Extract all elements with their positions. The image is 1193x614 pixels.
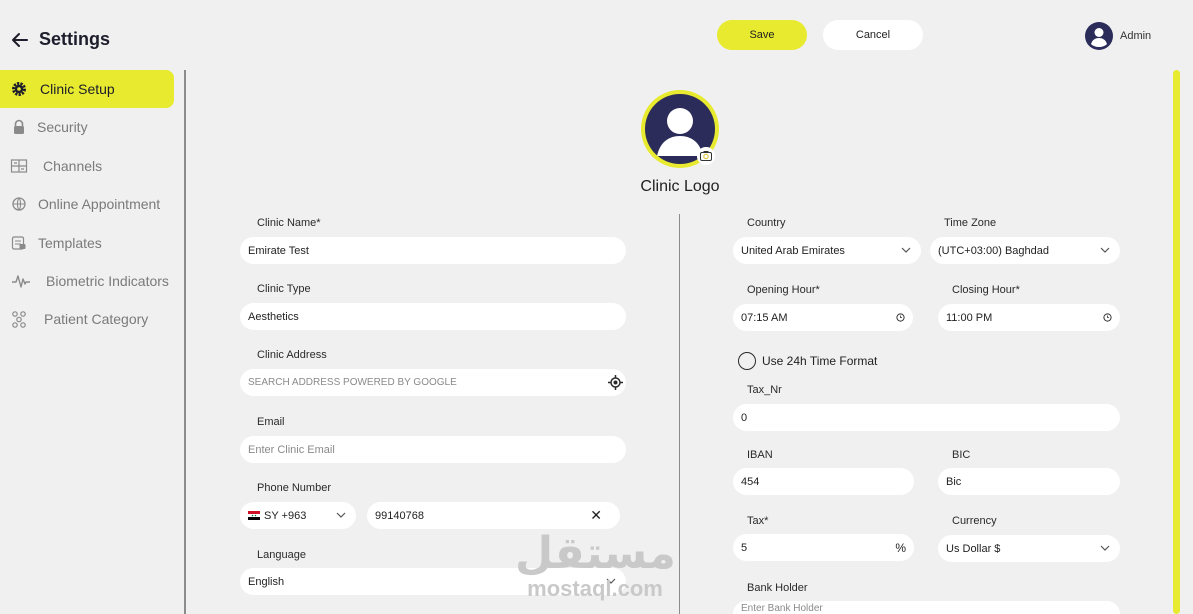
tax-nr-label: Tax_Nr bbox=[747, 384, 782, 396]
clinic-address-placeholder: SEARCH ADDRESS POWERED BY GOOGLE bbox=[248, 377, 457, 388]
clock-icon[interactable] bbox=[1103, 313, 1112, 322]
watermark-arabic: مستقل bbox=[515, 528, 676, 579]
country-select[interactable]: United Arab Emirates bbox=[733, 237, 921, 264]
clinic-type-input[interactable]: Aesthetics bbox=[240, 303, 626, 330]
user-name: Admin bbox=[1120, 30, 1152, 42]
clinic-name-input[interactable]: Emirate Test bbox=[240, 237, 626, 264]
currency-label: Currency bbox=[952, 515, 997, 527]
cancel-button[interactable]: Cancel bbox=[823, 20, 923, 50]
iban-input[interactable]: 454 bbox=[733, 468, 914, 495]
user-avatar-icon[interactable] bbox=[1085, 22, 1113, 50]
channels-icon bbox=[10, 159, 28, 173]
closing-hour-value: 11:00 PM bbox=[946, 311, 993, 324]
sidebar-item-label: Online Appointment bbox=[38, 196, 161, 212]
clinic-type-label: Clinic Type bbox=[257, 283, 311, 295]
country-code-value: SY +963 bbox=[264, 509, 307, 522]
sidebar-divider bbox=[184, 70, 186, 614]
camera-icon[interactable] bbox=[697, 147, 715, 165]
sidebar-item-label: Channels bbox=[43, 158, 103, 174]
sidebar-item-online-appointment[interactable]: Online Appointment bbox=[0, 185, 174, 223]
bic-value: Bic bbox=[946, 475, 962, 488]
save-button[interactable]: Save bbox=[717, 20, 807, 50]
email-input[interactable]: Enter Clinic Email bbox=[240, 436, 626, 463]
time-format-label: Use 24h Time Format bbox=[762, 354, 878, 368]
clinic-address-input[interactable]: SEARCH ADDRESS POWERED BY GOOGLE bbox=[240, 369, 626, 396]
time-zone-value: (UTC+03:00) Baghdad bbox=[938, 244, 1049, 257]
category-icon bbox=[12, 311, 26, 328]
closing-hour-input[interactable]: 11:00 PM bbox=[938, 304, 1120, 331]
column-divider bbox=[679, 214, 680, 614]
chevron-down-icon bbox=[1100, 545, 1110, 551]
sidebar-item-clinic-setup[interactable]: Clinic Setup bbox=[0, 70, 174, 108]
syria-flag-icon bbox=[248, 511, 260, 520]
language-value: English bbox=[248, 575, 285, 588]
clinic-address-label: Clinic Address bbox=[257, 349, 327, 361]
sidebar-item-biometric-indicators[interactable]: Biometric Indicators bbox=[0, 262, 174, 300]
tax-nr-input[interactable]: 0 bbox=[733, 404, 1120, 431]
tax-input[interactable]: 5 % bbox=[733, 534, 914, 561]
sidebar-item-label: Biometric Indicators bbox=[46, 273, 169, 289]
currency-value: Us Dollar $ bbox=[946, 542, 1001, 555]
back-arrow-icon[interactable] bbox=[10, 30, 30, 50]
watermark: مستقل mostaql.com bbox=[515, 528, 676, 601]
email-label: Email bbox=[257, 416, 285, 428]
clinic-logo-label: Clinic Logo bbox=[640, 178, 720, 195]
bank-holder-placeholder: Enter Bank Holder bbox=[741, 603, 823, 614]
currency-select[interactable]: Us Dollar $ bbox=[938, 535, 1120, 562]
sidebar-item-label: Security bbox=[37, 119, 88, 135]
lock-icon bbox=[14, 119, 24, 134]
clinic-name-value: Emirate Test bbox=[248, 244, 309, 257]
pulse-icon bbox=[12, 275, 30, 288]
bank-holder-input[interactable]: Enter Bank Holder bbox=[733, 601, 1120, 614]
sidebar-item-label: Clinic Setup bbox=[40, 81, 115, 97]
bic-input[interactable]: Bic bbox=[938, 468, 1120, 495]
iban-label: IBAN bbox=[747, 449, 773, 461]
clear-icon[interactable]: ✕ bbox=[590, 507, 602, 524]
clinic-type-value: Aesthetics bbox=[248, 310, 299, 323]
time-format-checkbox[interactable] bbox=[738, 352, 756, 370]
phone-number-input[interactable]: 99140768 ✕ bbox=[367, 502, 620, 529]
country-value: United Arab Emirates bbox=[741, 244, 845, 257]
language-label: Language bbox=[257, 549, 306, 561]
clock-icon[interactable] bbox=[896, 313, 905, 322]
sidebar-item-patient-category[interactable]: Patient Category bbox=[0, 300, 174, 338]
tax-label: Tax* bbox=[747, 515, 769, 527]
sidebar-item-templates[interactable]: Templates bbox=[0, 224, 174, 262]
iban-value: 454 bbox=[741, 475, 760, 488]
phone-label: Phone Number bbox=[257, 482, 331, 494]
gear-icon bbox=[12, 82, 26, 96]
bic-label: BIC bbox=[952, 449, 971, 461]
email-placeholder: Enter Clinic Email bbox=[248, 443, 335, 456]
globe-icon bbox=[12, 197, 26, 211]
country-code-select[interactable]: SY +963 bbox=[240, 502, 356, 529]
phone-number-value: 99140768 bbox=[375, 509, 424, 522]
chevron-down-icon bbox=[901, 247, 911, 253]
vertical-scrollbar[interactable] bbox=[1173, 70, 1180, 614]
sidebar-item-security[interactable]: Security bbox=[0, 108, 174, 146]
watermark-latin: mostaql.com bbox=[527, 576, 663, 601]
templates-icon bbox=[11, 236, 26, 250]
opening-hour-input[interactable]: 07:15 AM bbox=[733, 304, 913, 331]
time-zone-select[interactable]: (UTC+03:00) Baghdad bbox=[930, 237, 1120, 264]
percent-suffix: % bbox=[895, 540, 906, 555]
sidebar-item-channels[interactable]: Channels bbox=[0, 147, 174, 185]
location-target-icon[interactable] bbox=[608, 375, 623, 390]
page-title: Settings bbox=[39, 29, 111, 49]
chevron-down-icon bbox=[336, 512, 346, 518]
country-label: Country bbox=[747, 217, 786, 229]
opening-hour-value: 07:15 AM bbox=[741, 311, 788, 324]
sidebar-item-label: Patient Category bbox=[44, 311, 149, 327]
chevron-down-icon bbox=[1100, 247, 1110, 253]
bank-holder-label: Bank Holder bbox=[747, 582, 808, 594]
closing-hour-label: Closing Hour* bbox=[952, 284, 1020, 296]
sidebar-item-label: Templates bbox=[38, 235, 102, 251]
clinic-name-label: Clinic Name* bbox=[257, 217, 321, 229]
tax-value: 5 bbox=[741, 541, 748, 554]
opening-hour-label: Opening Hour* bbox=[747, 284, 820, 296]
time-zone-label: Time Zone bbox=[944, 217, 997, 229]
tax-nr-value: 0 bbox=[741, 411, 748, 424]
